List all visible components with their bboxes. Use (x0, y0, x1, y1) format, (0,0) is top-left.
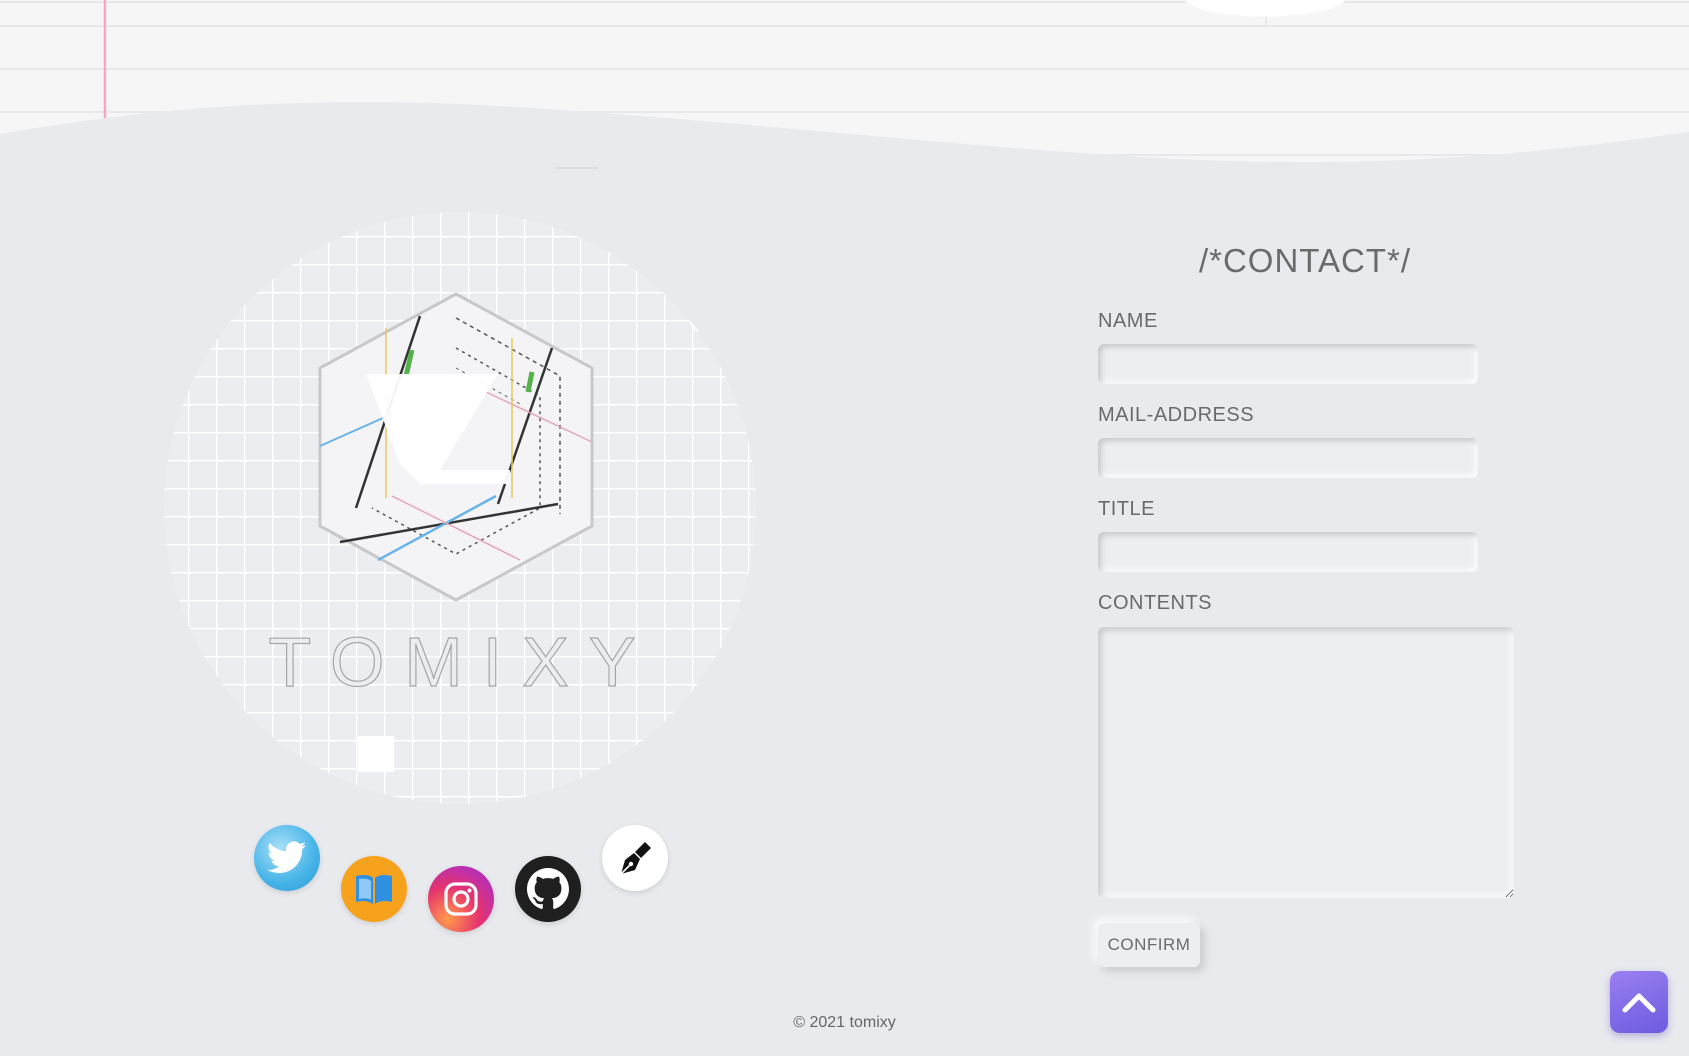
fountain-pen-nib-icon (620, 842, 651, 875)
twitter-link[interactable] (254, 825, 320, 891)
footer-copyright: © 2021 tomixy (793, 1014, 896, 1031)
confirm-button[interactable]: CONFIRM (1098, 923, 1200, 967)
title-input[interactable] (1098, 532, 1478, 572)
chevron-up-icon (1622, 993, 1656, 1013)
mail-address-label: MAIL-ADDRESS (1098, 404, 1255, 426)
mail-address-input[interactable] (1098, 438, 1478, 478)
contact-title: /*CONTACT*/ (1198, 242, 1412, 279)
logo-wordmark: TOMIXY (268, 623, 655, 701)
contents-label: CONTENTS (1098, 592, 1212, 614)
pen-link[interactable] (602, 825, 668, 891)
book-link[interactable] (341, 856, 407, 922)
twitter-bird-icon (267, 841, 307, 873)
instagram-camera-icon (444, 882, 478, 916)
github-octocat-icon (527, 868, 569, 909)
contents-textarea[interactable] (1098, 627, 1514, 898)
github-link[interactable] (515, 856, 581, 922)
tomixy-logo: TOMIXY (160, 208, 760, 808)
back-to-top-button[interactable] (1610, 971, 1668, 1033)
open-book-icon (356, 874, 392, 904)
name-input[interactable] (1098, 344, 1478, 384)
name-label: NAME (1098, 310, 1158, 332)
page: TOMIXY /*CONTACT*/ NAME MAIL-ADDRESS TIT… (0, 0, 1689, 1056)
header-notebook-banner (0, 0, 1689, 169)
instagram-link[interactable] (428, 866, 494, 932)
title-label: TITLE (1098, 498, 1155, 520)
